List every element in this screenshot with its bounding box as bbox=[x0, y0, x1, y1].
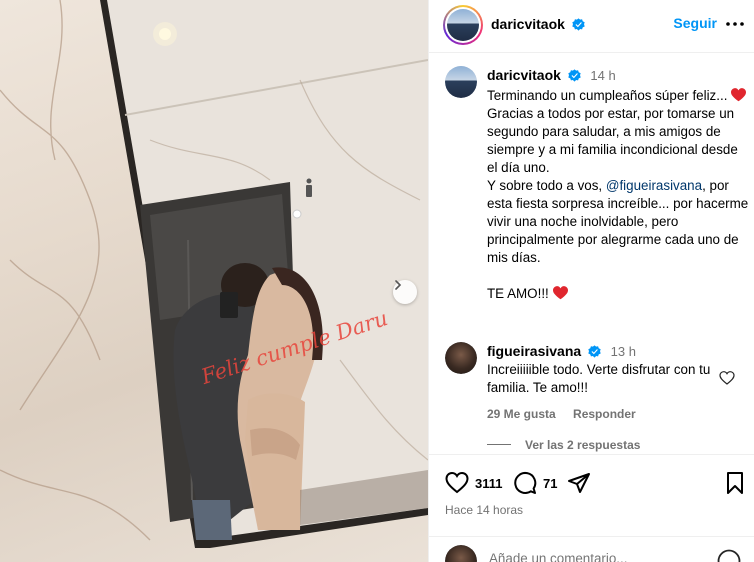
photo-illustration: Feliz cumple Daru bbox=[0, 0, 428, 548]
post-actions-bar: 3111 71 Hace 14 horas bbox=[429, 454, 754, 540]
comment-meta: 29 Me gusta Responder bbox=[487, 405, 717, 423]
comment-time: 13 h bbox=[610, 344, 636, 359]
comment-bubble-icon bbox=[514, 472, 537, 494]
caption-dedication-start: Y sobre todo a vos, bbox=[487, 178, 606, 193]
add-comment-bar bbox=[429, 536, 754, 562]
comment-item: figueirasivana 13 h Increiiiiible todo. … bbox=[487, 342, 717, 423]
mention-link[interactable]: @figueirasivana bbox=[606, 178, 702, 193]
comments-count: 71 bbox=[543, 475, 558, 491]
next-photo-button[interactable] bbox=[393, 280, 417, 304]
add-comment-input[interactable] bbox=[489, 551, 689, 562]
replies-divider-line bbox=[487, 444, 511, 445]
post-time-ago[interactable]: Hace 14 horas bbox=[445, 503, 523, 517]
commenter-avatar[interactable] bbox=[445, 342, 477, 374]
comments-scroll-area[interactable]: daricvitaok 14 h Terminando un cumpleaño… bbox=[429, 54, 754, 454]
likes-count: 3111 bbox=[475, 475, 503, 491]
red-heart-emoji-icon bbox=[552, 286, 568, 300]
caption: daricvitaok 14 h Terminando un cumpleaño… bbox=[487, 66, 749, 303]
heart-icon bbox=[445, 471, 469, 494]
bookmark-icon bbox=[727, 472, 743, 494]
post-photo: Feliz cumple Daru bbox=[0, 0, 428, 562]
view-replies-button[interactable]: Ver las 2 respuestas bbox=[487, 438, 640, 452]
author-avatar[interactable] bbox=[443, 5, 483, 45]
more-options-icon[interactable] bbox=[725, 14, 745, 34]
verified-badge-icon bbox=[567, 69, 581, 82]
comment-button[interactable]: 71 bbox=[513, 471, 557, 495]
reply-button[interactable]: Responder bbox=[573, 407, 636, 421]
comment-text: Increiiiiible todo. Verte disfrutar con … bbox=[487, 362, 711, 395]
caption-dedication: Y sobre todo a vos, @figueirasivana, por… bbox=[487, 177, 749, 267]
author-username[interactable]: daricvitaok bbox=[491, 16, 565, 32]
view-replies-label: Ver las 2 respuestas bbox=[525, 438, 641, 452]
emoji-picker-icon[interactable] bbox=[717, 549, 741, 562]
caption-closing-row: TE AMO!!! bbox=[487, 285, 749, 303]
post-details-panel: daricvitaok Seguir daricvitaok 14 h Term… bbox=[428, 0, 754, 562]
caption-body: Terminando un cumpleaños súper feliz... bbox=[487, 87, 749, 105]
red-heart-emoji-icon bbox=[731, 88, 747, 102]
post-header: daricvitaok Seguir bbox=[429, 0, 754, 53]
caption-username[interactable]: daricvitaok bbox=[487, 67, 561, 83]
author-name-row: daricvitaok bbox=[491, 16, 586, 34]
save-button[interactable] bbox=[723, 471, 747, 495]
current-user-avatar bbox=[445, 545, 477, 562]
share-button[interactable] bbox=[567, 471, 591, 495]
verified-badge-icon bbox=[572, 18, 586, 31]
caption-line1: Terminando un cumpleaños súper feliz... bbox=[487, 88, 728, 103]
caption-time: 14 h bbox=[590, 68, 616, 83]
commenter-username[interactable]: figueirasivana bbox=[487, 343, 581, 359]
caption-body-text: Gracias a todos por estar, por tomarse u… bbox=[487, 106, 738, 175]
paper-plane-icon bbox=[568, 473, 590, 493]
like-button[interactable]: 3111 bbox=[445, 471, 503, 495]
comment-like-heart-icon[interactable] bbox=[719, 370, 735, 386]
caption-author-avatar[interactable] bbox=[445, 66, 477, 98]
verified-badge-icon bbox=[588, 345, 601, 358]
caption-closing: TE AMO!!! bbox=[487, 286, 549, 301]
chevron-right-icon bbox=[395, 280, 402, 290]
follow-button[interactable]: Seguir bbox=[673, 15, 717, 31]
comment-likes-count[interactable]: 29 Me gusta bbox=[487, 407, 556, 421]
